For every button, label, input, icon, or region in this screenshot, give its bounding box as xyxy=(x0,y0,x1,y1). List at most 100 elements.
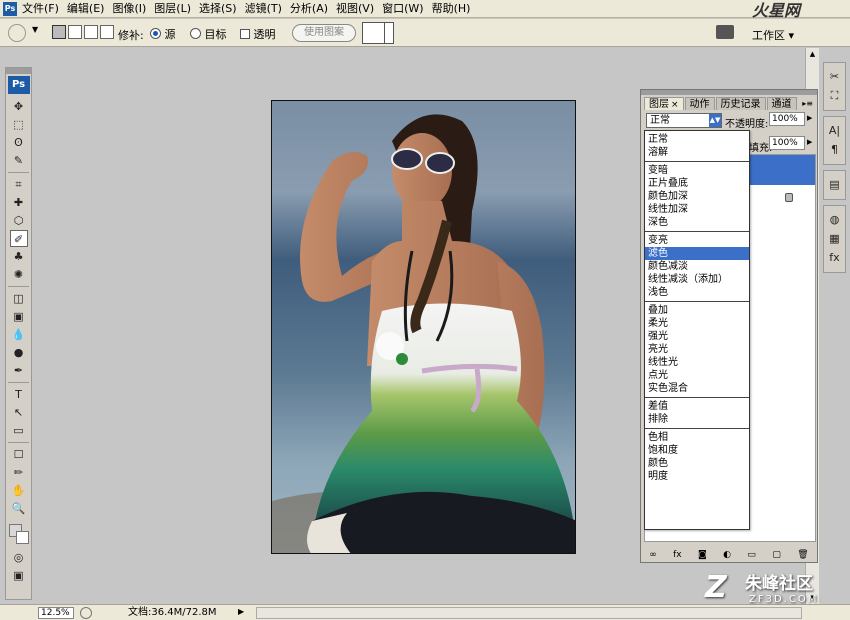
opacity-slider-arrow-icon[interactable]: ▶ xyxy=(807,114,812,122)
menu-item[interactable]: 视图(V) xyxy=(336,2,382,16)
tool-icon[interactable]: ⌗ xyxy=(10,176,28,193)
swatches-icon[interactable]: ▦ xyxy=(827,231,843,247)
tool-icon[interactable]: 🔍 xyxy=(10,500,28,517)
blend-mode-option[interactable]: 线性减淡（添加） xyxy=(645,273,749,286)
panel-grip[interactable] xyxy=(641,90,817,95)
scroll-up-icon[interactable]: ▲ xyxy=(808,50,817,58)
menu-item[interactable]: 图像(I) xyxy=(112,2,154,16)
blend-mode-option[interactable]: 滤色 xyxy=(645,247,749,260)
background-color-swatch[interactable] xyxy=(16,531,29,544)
document-canvas[interactable] xyxy=(271,100,576,554)
menu-item[interactable]: 窗口(W) xyxy=(382,2,431,16)
blend-mode-option[interactable]: 线性光 xyxy=(645,356,749,369)
menu-item[interactable]: 编辑(E) xyxy=(67,2,113,16)
menu-item[interactable]: 滤镜(T) xyxy=(245,2,290,16)
blend-mode-option[interactable]: 明度 xyxy=(645,470,749,483)
use-pattern-button[interactable]: 使用图案 xyxy=(292,24,356,42)
transparent-checkbox[interactable]: 透明 xyxy=(240,26,276,42)
tool-icon[interactable]: ✚ xyxy=(10,194,28,211)
add-mask-icon[interactable]: ◙ xyxy=(698,548,707,562)
menu-item[interactable]: 选择(S) xyxy=(199,2,245,16)
workspace-menu[interactable]: 工作区 ▾ xyxy=(752,27,794,43)
navigator-icon[interactable] xyxy=(80,607,92,619)
tool-icon[interactable]: ● xyxy=(10,344,28,361)
bridge-icon[interactable] xyxy=(716,25,734,39)
blend-mode-option[interactable]: 颜色 xyxy=(645,457,749,470)
tool-icon[interactable]: ✏ xyxy=(10,464,28,481)
color-palette-icon[interactable]: ◍ xyxy=(827,212,843,228)
ps-logo[interactable]: Ps xyxy=(7,76,30,94)
layer-comps-icon[interactable]: ▤ xyxy=(827,177,843,193)
tool-icon[interactable]: ✋ xyxy=(10,482,28,499)
tool-icon[interactable]: ♣ xyxy=(10,248,28,265)
blend-mode-option[interactable]: 排除 xyxy=(645,413,749,426)
new-selection-button[interactable] xyxy=(52,25,66,39)
tool-icon[interactable]: ✎ xyxy=(10,152,28,169)
panel-menu-icon[interactable]: ▸≡ xyxy=(802,99,813,108)
blend-mode-option[interactable]: 差值 xyxy=(645,400,749,413)
menu-item[interactable]: 分析(A) xyxy=(290,2,336,16)
tool-icon[interactable]: ▭ xyxy=(10,422,28,439)
blend-mode-option[interactable]: 线性加深 xyxy=(645,203,749,216)
tool-icon[interactable]: ⬚ xyxy=(10,116,28,133)
blend-mode-option[interactable]: 颜色加深 xyxy=(645,190,749,203)
quick-mask-icon[interactable]: ◎ xyxy=(10,549,28,566)
blend-mode-option[interactable]: 深色 xyxy=(645,216,749,229)
layer-style-icon[interactable]: fx xyxy=(673,548,682,562)
tool-icon[interactable]: ☐ xyxy=(10,446,28,463)
adjustment-layer-icon[interactable]: ◐ xyxy=(723,548,731,562)
chevron-down-icon[interactable]: ▼ xyxy=(32,25,38,34)
blend-mode-option[interactable]: 强光 xyxy=(645,330,749,343)
clone-source-icon[interactable]: ⛶ xyxy=(827,88,843,104)
tool-icon[interactable]: 💧 xyxy=(10,326,28,343)
blend-mode-option[interactable]: 变暗 xyxy=(645,164,749,177)
blend-mode-option[interactable]: 饱和度 xyxy=(645,444,749,457)
opacity-field[interactable]: 100% xyxy=(769,112,805,126)
trash-icon[interactable]: 🗑 xyxy=(797,548,808,562)
tool-icon[interactable]: ✺ xyxy=(10,266,28,283)
blend-mode-option[interactable]: 颜色减淡 xyxy=(645,260,749,273)
tool-icon[interactable]: ✐ xyxy=(9,230,28,247)
screen-mode-icon[interactable]: ▣ xyxy=(10,567,28,584)
fill-field[interactable]: 100% xyxy=(769,136,805,150)
tab-layers[interactable]: 图层 × xyxy=(644,97,684,110)
status-menu-arrow-icon[interactable]: ▶ xyxy=(238,607,244,616)
paragraph-icon[interactable]: ¶ xyxy=(827,142,843,158)
blend-mode-option[interactable]: 正片叠底 xyxy=(645,177,749,190)
link-layers-icon[interactable]: ∞ xyxy=(649,548,657,562)
tool-icon[interactable]: ✥ xyxy=(10,98,28,115)
subtract-selection-button[interactable] xyxy=(84,25,98,39)
new-group-icon[interactable]: ▭ xyxy=(747,548,756,562)
blend-mode-option[interactable]: 溶解 xyxy=(645,146,749,159)
add-selection-button[interactable] xyxy=(68,25,82,39)
blend-mode-option[interactable]: 叠加 xyxy=(645,304,749,317)
tab-channels[interactable]: 通道 xyxy=(766,97,797,110)
zoom-field[interactable]: 12.5% xyxy=(38,607,74,619)
tab-actions[interactable]: 动作 xyxy=(684,97,715,110)
tool-icon[interactable]: ⬡ xyxy=(10,212,28,229)
tool-icon[interactable]: ↖ xyxy=(10,404,28,421)
toolbox-grip[interactable] xyxy=(6,68,31,74)
character-icon[interactable]: A| xyxy=(827,123,843,139)
blend-mode-option[interactable]: 实色混合 xyxy=(645,382,749,395)
tool-icon[interactable]: ▣ xyxy=(10,308,28,325)
source-radio[interactable]: 源 xyxy=(150,26,176,42)
menu-item[interactable]: 文件(F) xyxy=(22,2,67,16)
pattern-picker[interactable] xyxy=(362,22,394,44)
blend-mode-option[interactable]: 柔光 xyxy=(645,317,749,330)
blend-mode-option[interactable]: 正常 xyxy=(645,133,749,146)
blend-mode-option[interactable]: 浅色 xyxy=(645,286,749,299)
destination-radio[interactable]: 目标 xyxy=(190,26,227,42)
tool-icon[interactable]: T xyxy=(10,386,28,403)
app-icon[interactable]: Ps xyxy=(3,2,17,16)
styles-icon[interactable]: fx xyxy=(827,250,843,266)
chevron-down-icon[interactable]: ▲▼ xyxy=(709,114,721,127)
menu-item[interactable]: 帮助(H) xyxy=(432,2,479,16)
close-icon[interactable]: × xyxy=(671,100,679,110)
tool-presets-icon[interactable]: ✂ xyxy=(827,69,843,85)
blend-mode-option[interactable]: 变亮 xyxy=(645,234,749,247)
fill-slider-arrow-icon[interactable]: ▶ xyxy=(807,138,812,146)
tab-history[interactable]: 历史记录 xyxy=(715,97,766,110)
tool-icon[interactable]: ʘ xyxy=(10,134,28,151)
tool-icon[interactable]: ✒ xyxy=(10,362,28,379)
